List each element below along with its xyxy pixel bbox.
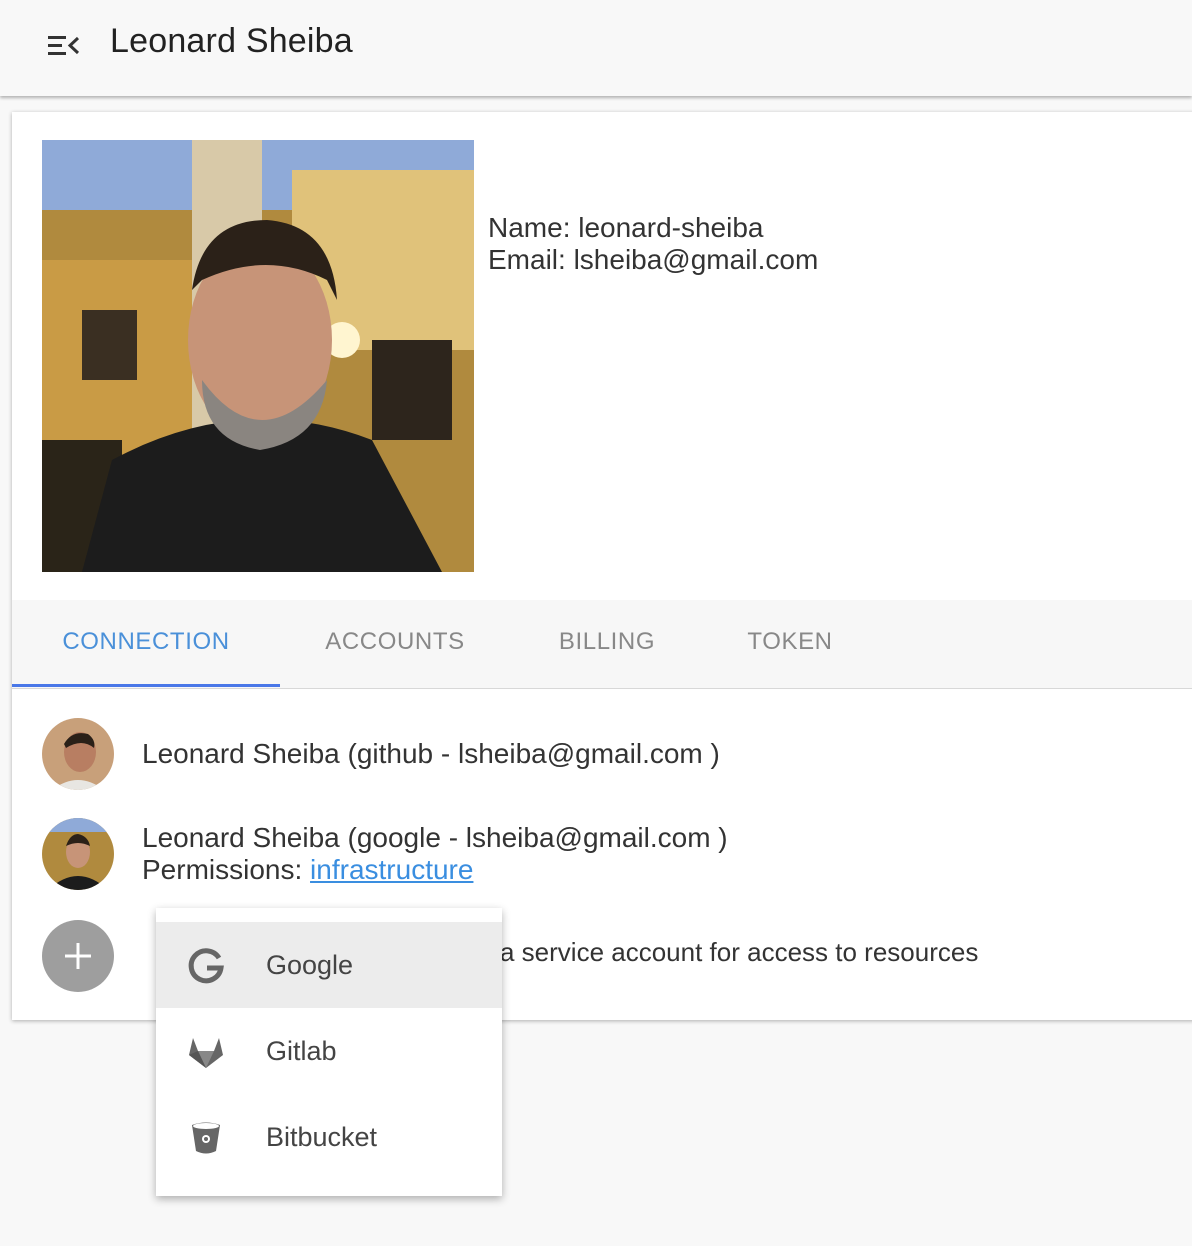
tab-accounts[interactable]: ACCOUNTS xyxy=(300,600,490,686)
menu-item-label: Google xyxy=(266,950,354,980)
connection-google-label: Leonard Sheiba (google - lsheiba@gmail.c… xyxy=(142,822,728,853)
bitbucket-icon xyxy=(192,1122,220,1154)
plus-icon xyxy=(65,943,91,969)
active-tab-indicator xyxy=(12,684,280,687)
profile-name: Name: leonard-sheiba xyxy=(488,212,764,243)
profile-photo xyxy=(42,140,474,572)
add-connection-button[interactable] xyxy=(42,920,114,992)
avatar xyxy=(42,718,114,790)
profile-email: Email: lsheiba@gmail.com xyxy=(488,244,819,275)
provider-menu: Google Gitlab Bitbucket xyxy=(156,908,502,1196)
permissions-line: Permissions: infrastructure xyxy=(142,854,728,886)
tab-token[interactable]: TOKEN xyxy=(724,600,856,686)
page-title: Leonard Sheiba xyxy=(110,22,353,60)
menu-item-bitbucket[interactable]: Bitbucket xyxy=(156,1094,502,1180)
permissions-label: Permissions: xyxy=(142,854,311,885)
connection-github: Leonard Sheiba (github - lsheiba@gmail.c… xyxy=(142,738,720,769)
tab-connection[interactable]: CONNECTION xyxy=(12,600,280,686)
google-icon xyxy=(188,948,224,984)
avatar xyxy=(42,818,114,890)
tab-bar: CONNECTION ACCOUNTS BILLING TOKEN xyxy=(12,600,1192,689)
menu-item-label: Gitlab xyxy=(266,1036,337,1066)
gitlab-icon xyxy=(189,1038,223,1068)
menu-item-google[interactable]: Google xyxy=(156,922,502,1008)
menu-item-gitlab[interactable]: Gitlab xyxy=(156,1008,502,1094)
menu-collapse-button[interactable] xyxy=(42,30,82,62)
permissions-link[interactable]: infrastructure xyxy=(310,854,473,885)
add-connection-hint: a service account for access to resource… xyxy=(500,937,979,967)
menu-collapse-icon xyxy=(48,36,80,55)
profile-info: Name: leonard-sheiba Email: lsheiba@gmai… xyxy=(488,212,818,276)
app-bar: Leonard Sheiba xyxy=(0,0,1192,96)
connection-google: Leonard Sheiba (google - lsheiba@gmail.c… xyxy=(142,822,728,886)
tab-billing[interactable]: BILLING xyxy=(532,600,682,686)
menu-item-label: Bitbucket xyxy=(266,1122,378,1152)
profile-card: Name: leonard-sheiba Email: lsheiba@gmai… xyxy=(12,112,1192,1020)
